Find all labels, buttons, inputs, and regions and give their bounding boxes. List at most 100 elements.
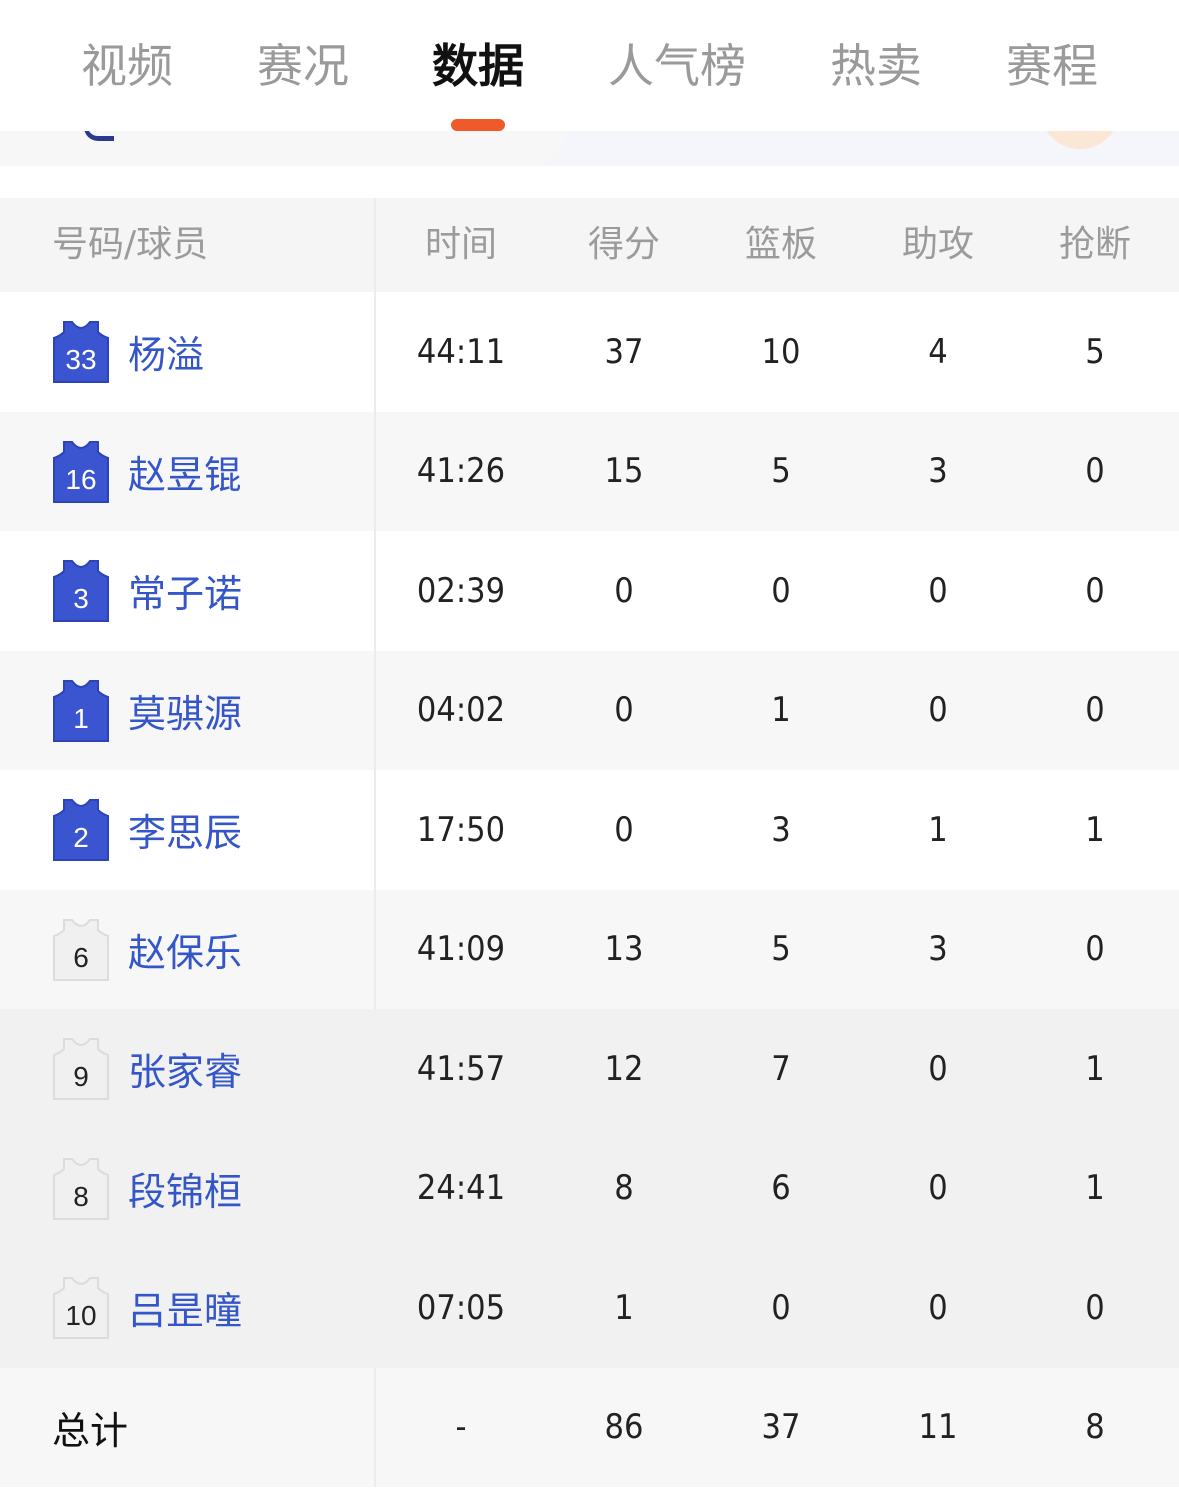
table-row[interactable]: 3 常子诺 02:39 0 0 0 0 <box>0 531 1179 651</box>
player-steals: 0 <box>1085 570 1105 611</box>
player-rebounds: 0 <box>771 570 791 611</box>
jersey-icon: 2 <box>52 798 110 862</box>
jersey-number: 10 <box>65 1300 97 1331</box>
jersey-number: 2 <box>73 822 89 853</box>
player-stats-table: 号码/球员 时间 得分 篮板 助攻 抢断 33 杨溢 44:11 37 10 4 5 16 赵昱… <box>0 198 1179 1487</box>
header-player[interactable]: 号码/球员 <box>52 198 208 292</box>
player-name-link[interactable]: 李思辰 <box>128 770 242 890</box>
jersey-number: 9 <box>73 1061 89 1092</box>
jersey-number: 1 <box>73 702 89 734</box>
player-steals: 0 <box>1085 451 1105 492</box>
table-row[interactable]: 1 莫骐源 04:02 0 1 0 0 <box>0 650 1179 771</box>
table-row[interactable]: 2 李思辰 17:50 0 3 1 1 <box>0 770 1179 890</box>
tab-hot-sale[interactable]: 热卖 <box>829 36 923 96</box>
player-rebounds: 0 <box>771 1287 791 1328</box>
player-time: 24:41 <box>416 1168 506 1209</box>
player-rebounds: 5 <box>771 929 791 970</box>
header-assists[interactable]: 助攻 <box>868 198 1008 292</box>
player-points: 0 <box>614 570 634 611</box>
player-assists: 0 <box>928 1287 948 1328</box>
jersey-number: 6 <box>73 941 89 973</box>
player-steals: 1 <box>1085 809 1105 850</box>
player-points: 15 <box>604 451 644 492</box>
total-steals: 8 <box>1085 1407 1105 1447</box>
player-assists: 0 <box>928 1048 948 1089</box>
player-name-link[interactable]: 常子诺 <box>128 531 242 651</box>
total-row: 总计 - 86 37 11 8 <box>0 1367 1179 1487</box>
player-rebounds: 7 <box>771 1048 791 1089</box>
player-rebounds: 5 <box>771 451 791 492</box>
player-points: 1 <box>614 1287 634 1328</box>
player-assists: 3 <box>928 451 948 492</box>
table-row[interactable]: 16 赵昱锟 41:26 15 5 3 0 <box>0 411 1179 532</box>
player-steals: 1 <box>1085 1048 1105 1089</box>
tab-game-status[interactable]: 赛况 <box>256 36 350 96</box>
player-steals: 5 <box>1085 331 1105 372</box>
tab-schedule[interactable]: 赛程 <box>1005 36 1099 96</box>
player-steals: 0 <box>1085 929 1105 970</box>
total-time: - <box>455 1407 467 1447</box>
total-points: 86 <box>604 1407 644 1447</box>
player-steals: 1 <box>1085 1168 1105 1209</box>
player-assists: 3 <box>928 929 948 970</box>
total-label: 总计 <box>52 1408 129 1453</box>
player-name-link[interactable]: 段锦桓 <box>128 1129 242 1249</box>
player-rebounds: 3 <box>771 809 791 850</box>
player-name-link[interactable]: 莫骐源 <box>128 651 242 771</box>
player-assists: 0 <box>928 690 948 731</box>
active-tab-indicator <box>451 119 505 131</box>
tab-video[interactable]: 视频 <box>80 36 174 96</box>
player-rebounds: 10 <box>761 331 801 372</box>
jersey-icon: 8 <box>52 1157 110 1221</box>
header-rebounds[interactable]: 篮板 <box>711 198 851 292</box>
player-time: 17:50 <box>416 809 506 850</box>
table-row[interactable]: 8 段锦桓 24:41 8 6 0 1 <box>0 1128 1179 1249</box>
player-name-link[interactable]: 杨溢 <box>128 292 204 412</box>
header-steals[interactable]: 抢断 <box>1025 198 1165 292</box>
header-time[interactable]: 时间 <box>391 198 531 292</box>
tab-data[interactable]: 数据 <box>430 36 526 96</box>
player-time: 44:11 <box>416 331 506 372</box>
player-time: 02:39 <box>416 570 506 611</box>
table-row[interactable]: 9 张家睿 41:57 12 7 0 1 <box>0 1009 1179 1129</box>
player-name-link[interactable]: 吕昰曈 <box>128 1248 242 1368</box>
tab-popularity[interactable]: 人气榜 <box>607 36 747 96</box>
table-row[interactable]: 33 杨溢 44:11 37 10 4 5 <box>0 292 1179 412</box>
table-header-row: 号码/球员 时间 得分 篮板 助攻 抢断 <box>0 198 1179 292</box>
player-steals: 0 <box>1085 1287 1105 1328</box>
jersey-icon: 9 <box>52 1037 110 1101</box>
player-name-link[interactable]: 赵保乐 <box>128 890 242 1010</box>
player-points: 12 <box>604 1048 644 1089</box>
player-assists: 4 <box>928 331 948 372</box>
player-name-link[interactable]: 张家睿 <box>128 1009 242 1129</box>
jersey-number: 33 <box>65 344 97 375</box>
player-points: 0 <box>614 690 634 731</box>
player-points: 13 <box>604 929 644 970</box>
player-name-link[interactable]: 赵昱锟 <box>128 412 242 532</box>
jersey-number: 3 <box>73 583 89 614</box>
player-time: 04:02 <box>416 690 506 731</box>
jersey-icon: 16 <box>52 440 110 504</box>
total-assists: 11 <box>918 1407 958 1447</box>
player-points: 8 <box>614 1168 634 1209</box>
header-points[interactable]: 得分 <box>554 198 694 292</box>
jersey-icon: 1 <box>52 679 110 743</box>
player-rows: 33 杨溢 44:11 37 10 4 5 16 赵昱锟 41:26 15 5 3 0 3 常子诺 02:39 0… <box>0 292 1179 1368</box>
jersey-icon: 33 <box>52 320 110 384</box>
team-header-strip <box>0 105 1179 197</box>
total-rebounds: 37 <box>761 1407 801 1447</box>
player-assists: 1 <box>928 809 948 850</box>
player-steals: 0 <box>1085 690 1105 731</box>
table-row[interactable]: 6 赵保乐 41:09 13 5 3 0 <box>0 889 1179 1010</box>
player-time: 41:26 <box>416 451 506 492</box>
player-rebounds: 1 <box>771 690 791 731</box>
player-time: 41:57 <box>416 1048 506 1089</box>
jersey-number: 8 <box>73 1180 89 1212</box>
team-card-edge <box>0 121 566 166</box>
player-assists: 0 <box>928 570 948 611</box>
table-row[interactable]: 10 吕昰曈 07:05 1 0 0 0 <box>0 1248 1179 1368</box>
player-assists: 0 <box>928 1168 948 1209</box>
jersey-number: 16 <box>65 463 97 495</box>
player-rebounds: 6 <box>771 1168 791 1209</box>
tab-bar: 视频 赛况 数据 人气榜 热卖 赛程 <box>0 0 1179 131</box>
